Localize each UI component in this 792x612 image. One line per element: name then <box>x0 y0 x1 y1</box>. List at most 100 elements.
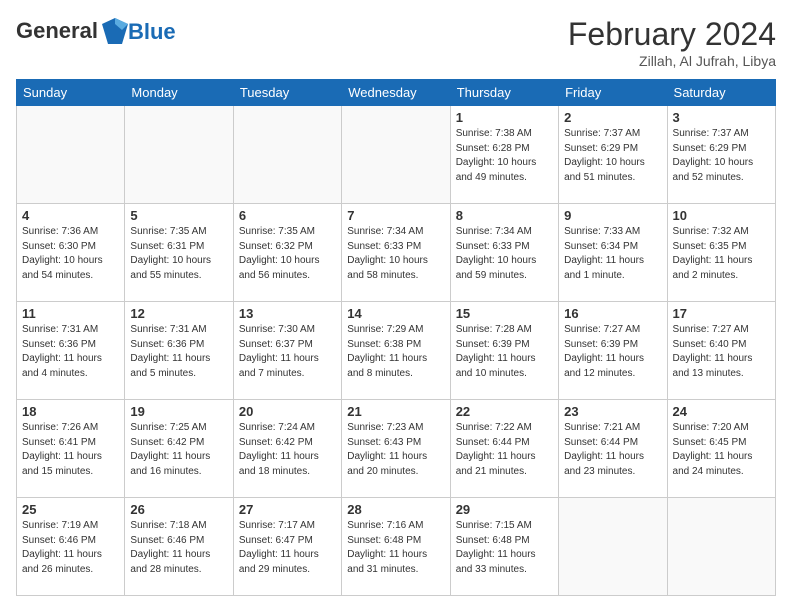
calendar-header-row: Sunday Monday Tuesday Wednesday Thursday… <box>17 80 776 106</box>
day-info: Sunrise: 7:34 AM Sunset: 6:33 PM Dayligh… <box>456 225 553 283</box>
table-row <box>125 106 233 204</box>
day-number: 6 <box>239 208 336 223</box>
location: Zillah, Al Jufrah, Libya <box>568 53 776 69</box>
day-info: Sunrise: 7:25 AM Sunset: 6:42 PM Dayligh… <box>130 421 227 479</box>
col-tuesday: Tuesday <box>233 80 341 106</box>
table-row: 20 Sunrise: 7:24 AM Sunset: 6:42 PM Dayli… <box>233 400 341 498</box>
table-row: 28 Sunrise: 7:16 AM Sunset: 6:48 PM Dayli… <box>342 498 450 596</box>
table-row: 22 Sunrise: 7:22 AM Sunset: 6:44 PM Dayli… <box>450 400 558 498</box>
day-info: Sunrise: 7:27 AM Sunset: 6:39 PM Dayligh… <box>564 323 661 381</box>
day-info: Sunrise: 7:15 AM Sunset: 6:48 PM Dayligh… <box>456 519 553 577</box>
calendar-week-row: 1 Sunrise: 7:38 AM Sunset: 6:28 PM Daylig… <box>17 106 776 204</box>
col-sunday: Sunday <box>17 80 125 106</box>
day-number: 3 <box>673 110 770 125</box>
day-info: Sunrise: 7:16 AM Sunset: 6:48 PM Dayligh… <box>347 519 444 577</box>
day-info: Sunrise: 7:37 AM Sunset: 6:29 PM Dayligh… <box>673 127 770 185</box>
table-row: 25 Sunrise: 7:19 AM Sunset: 6:46 PM Dayli… <box>17 498 125 596</box>
table-row: 17 Sunrise: 7:27 AM Sunset: 6:40 PM Dayli… <box>667 302 775 400</box>
day-number: 23 <box>564 404 661 419</box>
day-info: Sunrise: 7:30 AM Sunset: 6:37 PM Dayligh… <box>239 323 336 381</box>
day-number: 25 <box>22 502 119 517</box>
day-number: 27 <box>239 502 336 517</box>
col-wednesday: Wednesday <box>342 80 450 106</box>
table-row: 14 Sunrise: 7:29 AM Sunset: 6:38 PM Dayli… <box>342 302 450 400</box>
table-row: 13 Sunrise: 7:30 AM Sunset: 6:37 PM Dayli… <box>233 302 341 400</box>
table-row <box>342 106 450 204</box>
table-row: 23 Sunrise: 7:21 AM Sunset: 6:44 PM Dayli… <box>559 400 667 498</box>
day-number: 12 <box>130 306 227 321</box>
table-row: 18Sunrise: 7:26 AM Sunset: 6:41 PM Dayli… <box>17 400 125 498</box>
day-info: Sunrise: 7:20 AM Sunset: 6:45 PM Dayligh… <box>673 421 770 479</box>
day-info: Sunrise: 7:23 AM Sunset: 6:43 PM Dayligh… <box>347 421 444 479</box>
day-info: Sunrise: 7:32 AM Sunset: 6:35 PM Dayligh… <box>673 225 770 283</box>
table-row: 16 Sunrise: 7:27 AM Sunset: 6:39 PM Dayli… <box>559 302 667 400</box>
calendar-week-row: 18Sunrise: 7:26 AM Sunset: 6:41 PM Dayli… <box>17 400 776 498</box>
day-info: Sunrise: 7:21 AM Sunset: 6:44 PM Dayligh… <box>564 421 661 479</box>
col-friday: Friday <box>559 80 667 106</box>
day-info: Sunrise: 7:35 AM Sunset: 6:31 PM Dayligh… <box>130 225 227 283</box>
day-info: Sunrise: 7:19 AM Sunset: 6:46 PM Dayligh… <box>22 519 119 577</box>
table-row: 24 Sunrise: 7:20 AM Sunset: 6:45 PM Dayli… <box>667 400 775 498</box>
day-info: Sunrise: 7:37 AM Sunset: 6:29 PM Dayligh… <box>564 127 661 185</box>
table-row: 19Sunrise: 7:25 AM Sunset: 6:42 PM Dayli… <box>125 400 233 498</box>
table-row <box>559 498 667 596</box>
table-row: 8 Sunrise: 7:34 AM Sunset: 6:33 PM Daylig… <box>450 204 558 302</box>
day-number: 22 <box>456 404 553 419</box>
logo-icon <box>100 16 130 46</box>
page: General Blue February 2024 Zillah, Al Ju… <box>0 0 792 612</box>
table-row: 5 Sunrise: 7:35 AM Sunset: 6:31 PM Daylig… <box>125 204 233 302</box>
day-number: 13 <box>239 306 336 321</box>
day-number: 7 <box>347 208 444 223</box>
day-number: 21 <box>347 404 444 419</box>
day-number: 17 <box>673 306 770 321</box>
day-number: 11 <box>22 306 119 321</box>
calendar-week-row: 11 Sunrise: 7:31 AM Sunset: 6:36 PM Dayli… <box>17 302 776 400</box>
col-saturday: Saturday <box>667 80 775 106</box>
day-info: Sunrise: 7:35 AM Sunset: 6:32 PM Dayligh… <box>239 225 336 283</box>
title-block: February 2024 Zillah, Al Jufrah, Libya <box>568 16 776 69</box>
day-info: Sunrise: 7:38 AM Sunset: 6:28 PM Dayligh… <box>456 127 553 185</box>
day-number: 20 <box>239 404 336 419</box>
day-info: Sunrise: 7:26 AM Sunset: 6:41 PM Dayligh… <box>22 421 119 479</box>
logo-general: General <box>16 18 98 43</box>
logo-blue: Blue <box>128 19 176 45</box>
table-row <box>667 498 775 596</box>
day-info: Sunrise: 7:24 AM Sunset: 6:42 PM Dayligh… <box>239 421 336 479</box>
col-monday: Monday <box>125 80 233 106</box>
calendar-week-row: 25 Sunrise: 7:19 AM Sunset: 6:46 PM Dayli… <box>17 498 776 596</box>
table-row: 2Sunrise: 7:37 AM Sunset: 6:29 PM Daylig… <box>559 106 667 204</box>
logo: General Blue <box>16 16 176 48</box>
table-row: 12 Sunrise: 7:31 AM Sunset: 6:36 PM Dayli… <box>125 302 233 400</box>
header: General Blue February 2024 Zillah, Al Ju… <box>16 16 776 69</box>
table-row <box>17 106 125 204</box>
table-row: 29 Sunrise: 7:15 AM Sunset: 6:48 PM Dayli… <box>450 498 558 596</box>
day-number: 28 <box>347 502 444 517</box>
day-number: 4 <box>22 208 119 223</box>
day-number: 15 <box>456 306 553 321</box>
day-number: 1 <box>456 110 553 125</box>
table-row: 10Sunrise: 7:32 AM Sunset: 6:35 PM Dayli… <box>667 204 775 302</box>
day-number: 14 <box>347 306 444 321</box>
day-info: Sunrise: 7:22 AM Sunset: 6:44 PM Dayligh… <box>456 421 553 479</box>
table-row: 7 Sunrise: 7:34 AM Sunset: 6:33 PM Daylig… <box>342 204 450 302</box>
day-info: Sunrise: 7:34 AM Sunset: 6:33 PM Dayligh… <box>347 225 444 283</box>
day-number: 8 <box>456 208 553 223</box>
day-number: 5 <box>130 208 227 223</box>
day-number: 29 <box>456 502 553 517</box>
table-row: 9Sunrise: 7:33 AM Sunset: 6:34 PM Daylig… <box>559 204 667 302</box>
table-row: 4Sunrise: 7:36 AM Sunset: 6:30 PM Daylig… <box>17 204 125 302</box>
table-row: 6 Sunrise: 7:35 AM Sunset: 6:32 PM Daylig… <box>233 204 341 302</box>
day-number: 24 <box>673 404 770 419</box>
month-title: February 2024 <box>568 16 776 53</box>
day-info: Sunrise: 7:27 AM Sunset: 6:40 PM Dayligh… <box>673 323 770 381</box>
day-info: Sunrise: 7:31 AM Sunset: 6:36 PM Dayligh… <box>22 323 119 381</box>
day-number: 9 <box>564 208 661 223</box>
day-number: 16 <box>564 306 661 321</box>
day-info: Sunrise: 7:29 AM Sunset: 6:38 PM Dayligh… <box>347 323 444 381</box>
table-row: 3 Sunrise: 7:37 AM Sunset: 6:29 PM Daylig… <box>667 106 775 204</box>
day-info: Sunrise: 7:31 AM Sunset: 6:36 PM Dayligh… <box>130 323 227 381</box>
table-row: 11 Sunrise: 7:31 AM Sunset: 6:36 PM Dayli… <box>17 302 125 400</box>
calendar-table: Sunday Monday Tuesday Wednesday Thursday… <box>16 79 776 596</box>
table-row: 26Sunrise: 7:18 AM Sunset: 6:46 PM Dayli… <box>125 498 233 596</box>
table-row <box>233 106 341 204</box>
